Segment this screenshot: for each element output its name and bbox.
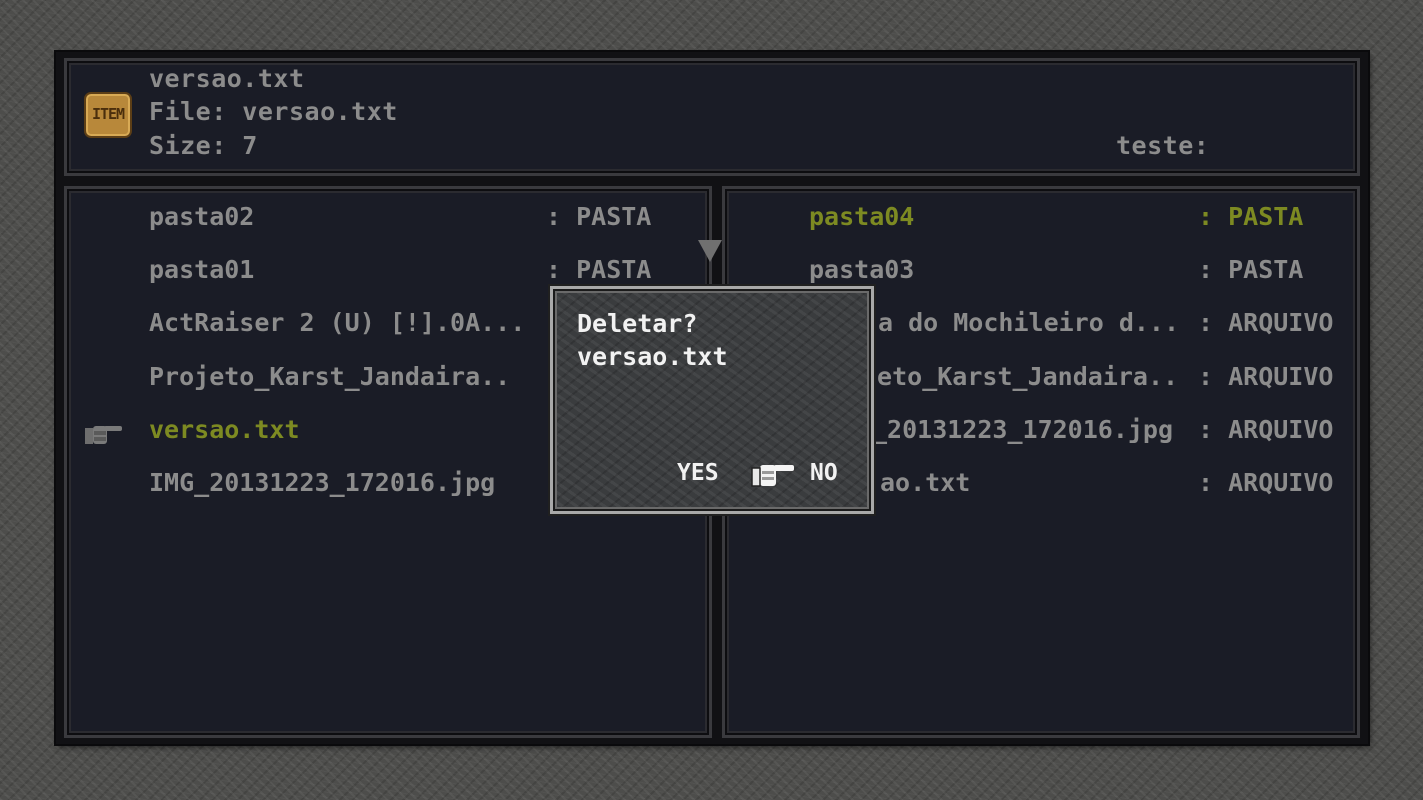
list-item-type: : ARQUIVO [1198, 308, 1334, 337]
teste-label: teste: [1116, 131, 1210, 160]
list-item-name: versao.txt [149, 415, 300, 444]
list-item-name: pasta03 [809, 255, 915, 284]
file-name-line: File: versao.txt [149, 97, 398, 126]
list-item-type: : ARQUIVO [1198, 362, 1334, 391]
dialog-question: Deletar? [577, 309, 698, 338]
list-item-name: a do Mochileiro d... [878, 308, 1180, 337]
list-item-type: : PASTA [1198, 255, 1304, 284]
list-item-name: _20131223_172016.jpg [872, 415, 1174, 444]
pointing-hand-cursor-icon [751, 465, 794, 487]
list-item-type: : ARQUIVO [1198, 468, 1334, 497]
list-item-name: ActRaiser 2 (U) [!].0A... [149, 308, 526, 337]
list-item-type: : PASTA [546, 255, 652, 284]
scroll-down-arrow-icon[interactable] [698, 240, 722, 262]
list-item-name: pasta04 [809, 202, 915, 231]
file-title: versao.txt [149, 64, 305, 93]
list-item-type: : ARQUIVO [1198, 415, 1334, 444]
list-item-name: ao.txt [880, 468, 971, 497]
no-button[interactable]: NO [810, 458, 838, 488]
list-item-name: IMG_20131223_172016.jpg [149, 468, 496, 497]
item-icon: ITEM [84, 92, 132, 138]
list-item-type: : PASTA [1198, 202, 1304, 231]
list-item-name: pasta02 [149, 202, 255, 231]
list-item-name: pasta01 [149, 255, 255, 284]
list-item-type: : PASTA [546, 202, 652, 231]
yes-button[interactable]: YES [677, 458, 719, 488]
dialog-filename: versao.txt [577, 342, 728, 371]
file-size-line: Size: 7 [149, 131, 258, 160]
list-item-name: jeto_Karst_Jandaira.. [862, 362, 1179, 391]
list-item-name: Projeto_Karst_Jandaira.. [149, 362, 511, 391]
pointing-hand-cursor-icon [85, 426, 122, 444]
